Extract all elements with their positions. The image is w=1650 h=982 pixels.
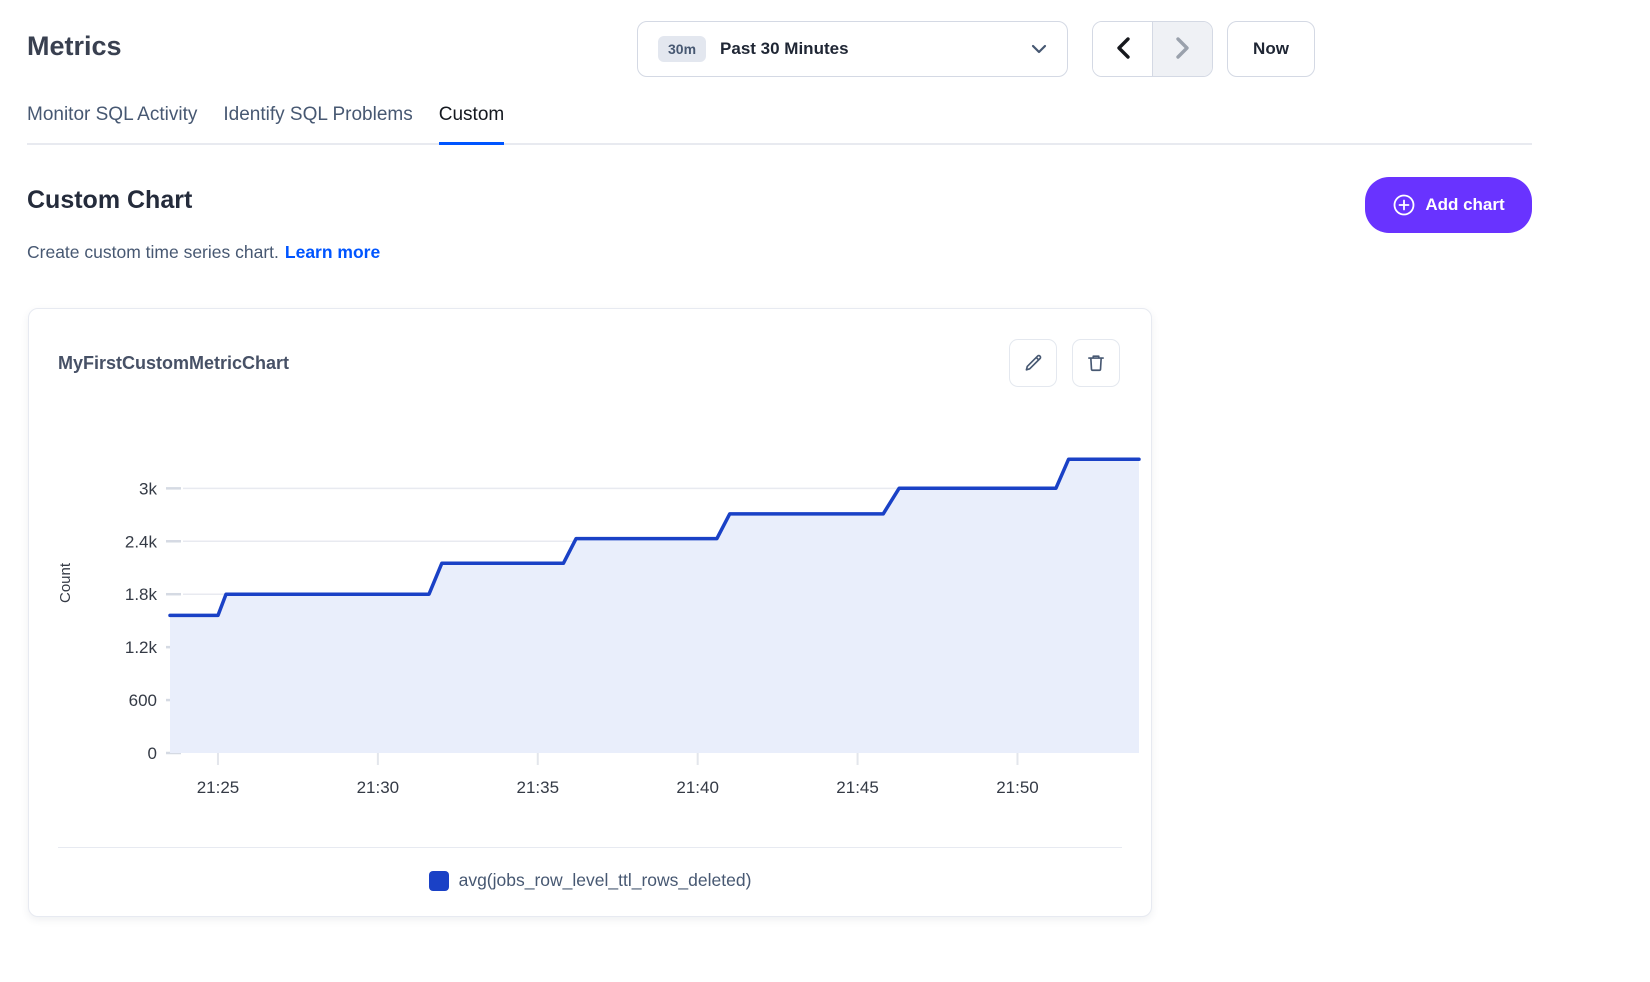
time-range-dropdown[interactable]: 30m Past 30 Minutes <box>637 21 1068 77</box>
legend-swatch <box>429 871 449 891</box>
chart-title: MyFirstCustomMetricChart <box>58 353 289 374</box>
trash-icon <box>1085 352 1107 374</box>
svg-text:3k: 3k <box>139 479 157 498</box>
svg-text:21:35: 21:35 <box>516 778 559 797</box>
svg-text:21:25: 21:25 <box>197 778 240 797</box>
tab-bar: Monitor SQL Activity Identify SQL Proble… <box>27 100 1532 145</box>
svg-text:0: 0 <box>148 744 157 763</box>
time-pager <box>1092 21 1213 77</box>
page-title: Metrics <box>27 28 122 64</box>
add-chart-button[interactable]: Add chart <box>1365 177 1532 233</box>
svg-text:21:30: 21:30 <box>357 778 400 797</box>
chart-card-actions <box>1009 339 1120 387</box>
svg-text:600: 600 <box>129 691 157 710</box>
time-range-badge: 30m <box>658 36 706 62</box>
chart-legend: avg(jobs_row_level_ttl_rows_deleted) <box>29 848 1151 891</box>
section-title: Custom Chart <box>27 186 192 215</box>
time-series-chart: 0 600 1.2k 1.8k 2.4k 3k 21:25 21:30 21:35 21:40 21… <box>29 403 1151 803</box>
now-button[interactable]: Now <box>1227 21 1315 77</box>
learn-more-link[interactable]: Learn more <box>285 242 380 262</box>
tab-monitor-sql-activity[interactable]: Monitor SQL Activity <box>27 100 197 143</box>
svg-text:1.8k: 1.8k <box>125 585 158 604</box>
delete-chart-button[interactable] <box>1072 339 1120 387</box>
svg-text:Count: Count <box>57 562 74 603</box>
chevron-right-icon <box>1175 36 1191 63</box>
time-next-button[interactable] <box>1152 22 1212 76</box>
plus-circle-icon <box>1392 193 1416 217</box>
pencil-icon <box>1022 352 1044 374</box>
time-prev-button[interactable] <box>1093 22 1152 76</box>
edit-chart-button[interactable] <box>1009 339 1057 387</box>
svg-text:1.2k: 1.2k <box>125 638 158 657</box>
svg-text:21:50: 21:50 <box>996 778 1039 797</box>
chevron-down-icon <box>1031 44 1047 54</box>
add-chart-label: Add chart <box>1425 195 1504 215</box>
tab-identify-sql-problems[interactable]: Identify SQL Problems <box>223 100 412 143</box>
chart-card-header: MyFirstCustomMetricChart <box>29 309 1151 387</box>
tab-custom[interactable]: Custom <box>439 100 504 145</box>
time-range-label: Past 30 Minutes <box>720 39 849 59</box>
legend-label: avg(jobs_row_level_ttl_rows_deleted) <box>459 870 752 891</box>
svg-text:21:45: 21:45 <box>836 778 879 797</box>
custom-chart-card: MyFirstCustomMetricChart 0 600 1.2k 1.8k 2.4… <box>28 308 1152 917</box>
section-subtitle: Create custom time series chart. <box>27 242 279 262</box>
chevron-left-icon <box>1115 36 1131 63</box>
svg-text:21:40: 21:40 <box>676 778 719 797</box>
svg-text:2.4k: 2.4k <box>125 532 158 551</box>
